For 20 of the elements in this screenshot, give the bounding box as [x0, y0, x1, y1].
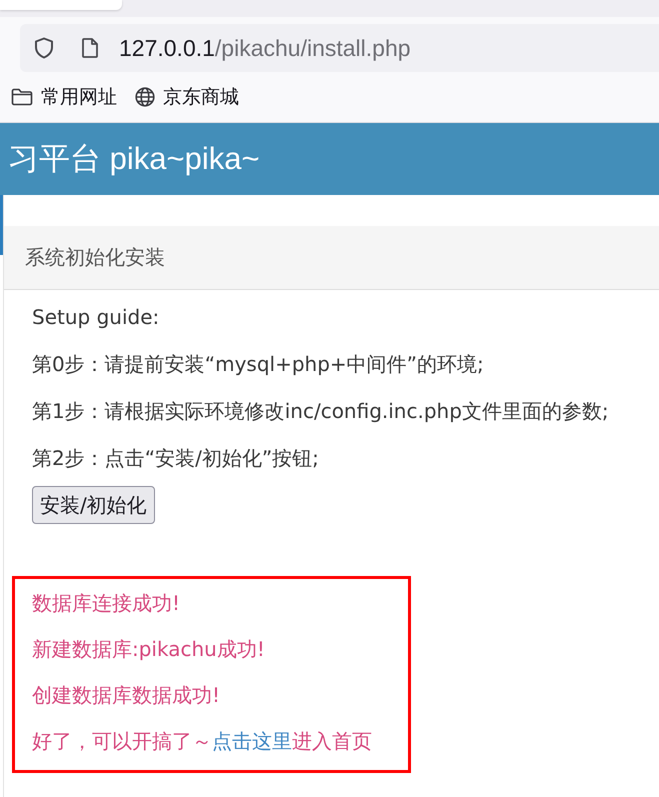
success-message: 创建数据库数据成功!	[32, 682, 222, 709]
guide-text: 第1步：请根据实际环境修改inc/config.inc.php文件里面的参数;	[32, 398, 610, 425]
guide-text: 第0步：请提前安装“mysql+php+中间件”的环境;	[32, 351, 485, 378]
guide-text: Setup guide:	[32, 304, 160, 331]
page-icon[interactable]	[82, 38, 98, 58]
shield-icon[interactable]	[34, 37, 54, 59]
success-message: 数据库连接成功!	[32, 590, 182, 617]
panel-title: 系统初始化安装	[25, 244, 165, 271]
install-button[interactable]: 安装/初始化	[32, 486, 155, 524]
finish-message: 好了，可以开搞了～点击这里进入首页	[32, 728, 373, 755]
bookmark-item[interactable]: 常用网址	[11, 84, 117, 110]
site-title: 习平台 pika~pika~	[7, 140, 260, 178]
folder-icon	[11, 88, 33, 106]
address-bar[interactable]: 127.0.0.1/pikachu/install.php	[20, 24, 659, 72]
home-link[interactable]: 点击这里	[212, 729, 292, 753]
bookmark-item[interactable]: 京东商城	[135, 84, 239, 110]
success-message: 新建数据库:pikachu成功!	[32, 636, 266, 663]
globe-icon	[135, 87, 155, 107]
guide-text: 第2步：点击“安装/初始化”按钮;	[32, 445, 320, 472]
sidebar-edge	[0, 195, 3, 255]
